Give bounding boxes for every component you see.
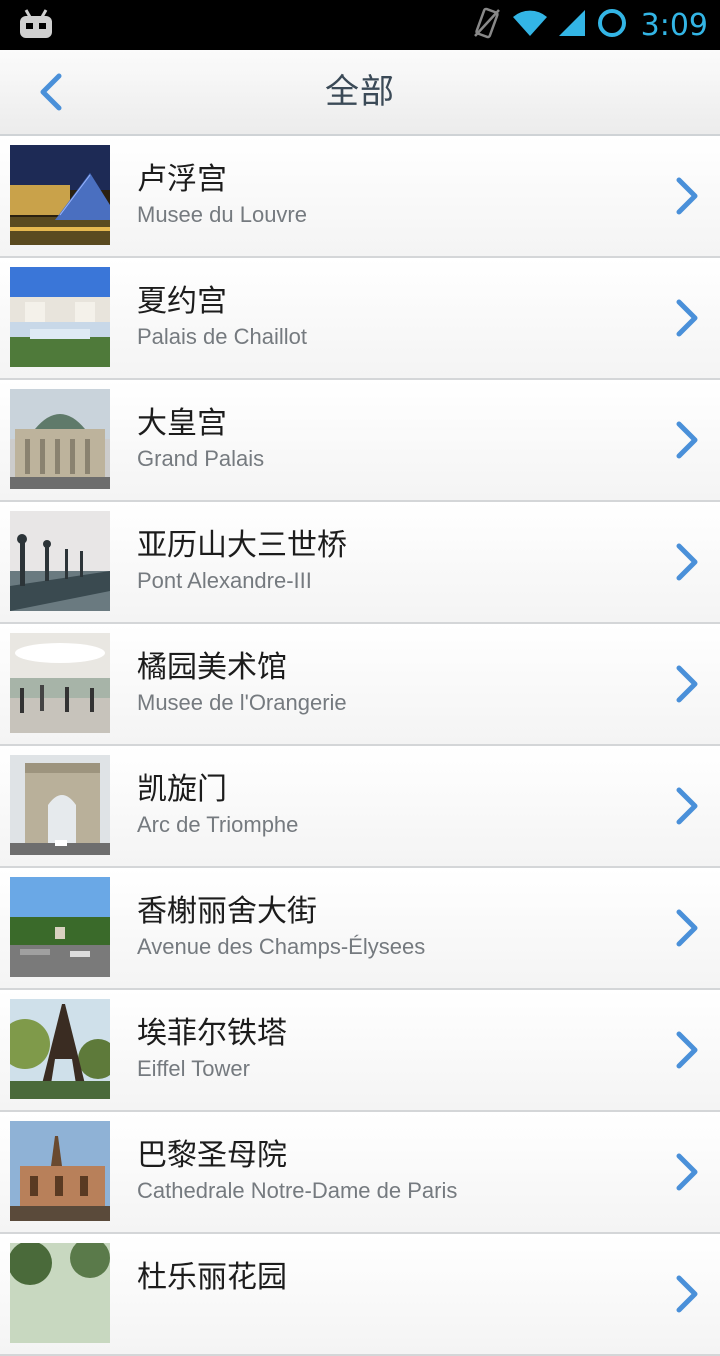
- list-item-arc-de-triomphe[interactable]: 凯旋门 Arc de Triomphe: [0, 746, 720, 868]
- place-name-zh: 大皇宫: [137, 406, 227, 441]
- place-name-zh: 香榭丽舍大街: [137, 894, 317, 929]
- pont-alexandre-thumbnail: [10, 511, 110, 611]
- chevron-right-icon: [676, 1153, 698, 1191]
- notre-dame-thumbnail: [10, 1121, 110, 1221]
- list-item-tuileries[interactable]: 杜乐丽花园: [0, 1234, 720, 1356]
- place-name-en: Musee de l'Orangerie: [137, 690, 347, 715]
- place-name-en: Eiffel Tower: [137, 1056, 250, 1081]
- list-item-chaillot[interactable]: 夏约宫 Palais de Chaillot: [0, 258, 720, 380]
- clock: 3:09: [640, 7, 708, 43]
- place-list: 卢浮宫 Musee du Louvre 夏约宫 Palais de Chaill…: [0, 136, 720, 1356]
- status-bar: 3:09: [0, 0, 720, 50]
- chevron-right-icon: [676, 177, 698, 215]
- tuileries-thumbnail: [10, 1243, 110, 1343]
- place-name-zh: 埃菲尔铁塔: [137, 1016, 287, 1051]
- grand-palais-thumbnail: [10, 389, 110, 489]
- place-name-en: Avenue des Champs-Élysees: [137, 934, 426, 959]
- android-icon: [18, 8, 54, 40]
- louvre-thumbnail: [10, 145, 110, 245]
- place-name-zh: 凯旋门: [137, 772, 227, 807]
- orangerie-thumbnail: [10, 633, 110, 733]
- list-item-pont-alexandre[interactable]: 亚历山大三世桥 Pont Alexandre-III: [0, 502, 720, 624]
- chevron-right-icon: [676, 665, 698, 703]
- arc-de-triomphe-thumbnail: [10, 755, 110, 855]
- place-name-zh: 橘园美术馆: [137, 650, 287, 685]
- chevron-right-icon: [676, 543, 698, 581]
- place-name-en: Pont Alexandre-III: [137, 568, 312, 593]
- list-item-orangerie[interactable]: 橘园美术馆 Musee de l'Orangerie: [0, 624, 720, 746]
- place-name-zh: 杜乐丽花园: [137, 1260, 287, 1295]
- sync-icon: [595, 6, 629, 44]
- list-item-grand-palais[interactable]: 大皇宫 Grand Palais: [0, 380, 720, 502]
- list-item-notre-dame[interactable]: 巴黎圣母院 Cathedrale Notre-Dame de Paris: [0, 1112, 720, 1234]
- champs-elysees-thumbnail: [10, 877, 110, 977]
- chevron-right-icon: [676, 787, 698, 825]
- chevron-right-icon: [676, 299, 698, 337]
- place-name-en: Cathedrale Notre-Dame de Paris: [137, 1178, 458, 1203]
- chevron-right-icon: [676, 421, 698, 459]
- title-bar: 全部: [0, 50, 720, 136]
- place-name-zh: 亚历山大三世桥: [137, 528, 347, 563]
- eiffel-tower-thumbnail: [10, 999, 110, 1099]
- place-name-en: Musee du Louvre: [137, 202, 307, 227]
- place-name-en: Grand Palais: [137, 446, 265, 471]
- place-name-en: Arc de Triomphe: [137, 812, 299, 837]
- vibrate-icon: [471, 6, 503, 44]
- wifi-icon: [511, 8, 549, 42]
- page-title: 全部: [325, 72, 395, 112]
- list-item-louvre[interactable]: 卢浮宫 Musee du Louvre: [0, 136, 720, 258]
- place-name-zh: 巴黎圣母院: [137, 1138, 287, 1173]
- place-name-zh: 卢浮宫: [137, 162, 227, 197]
- place-name-zh: 夏约宫: [137, 284, 227, 319]
- chevron-right-icon: [676, 1275, 698, 1313]
- list-item-eiffel-tower[interactable]: 埃菲尔铁塔 Eiffel Tower: [0, 990, 720, 1112]
- place-name-en: Palais de Chaillot: [137, 324, 307, 349]
- signal-icon: [557, 8, 587, 42]
- chevron-right-icon: [676, 1031, 698, 1069]
- chevron-right-icon: [676, 909, 698, 947]
- list-item-champs-elysees[interactable]: 香榭丽舍大街 Avenue des Champs-Élysees: [0, 868, 720, 990]
- chaillot-thumbnail: [10, 267, 110, 367]
